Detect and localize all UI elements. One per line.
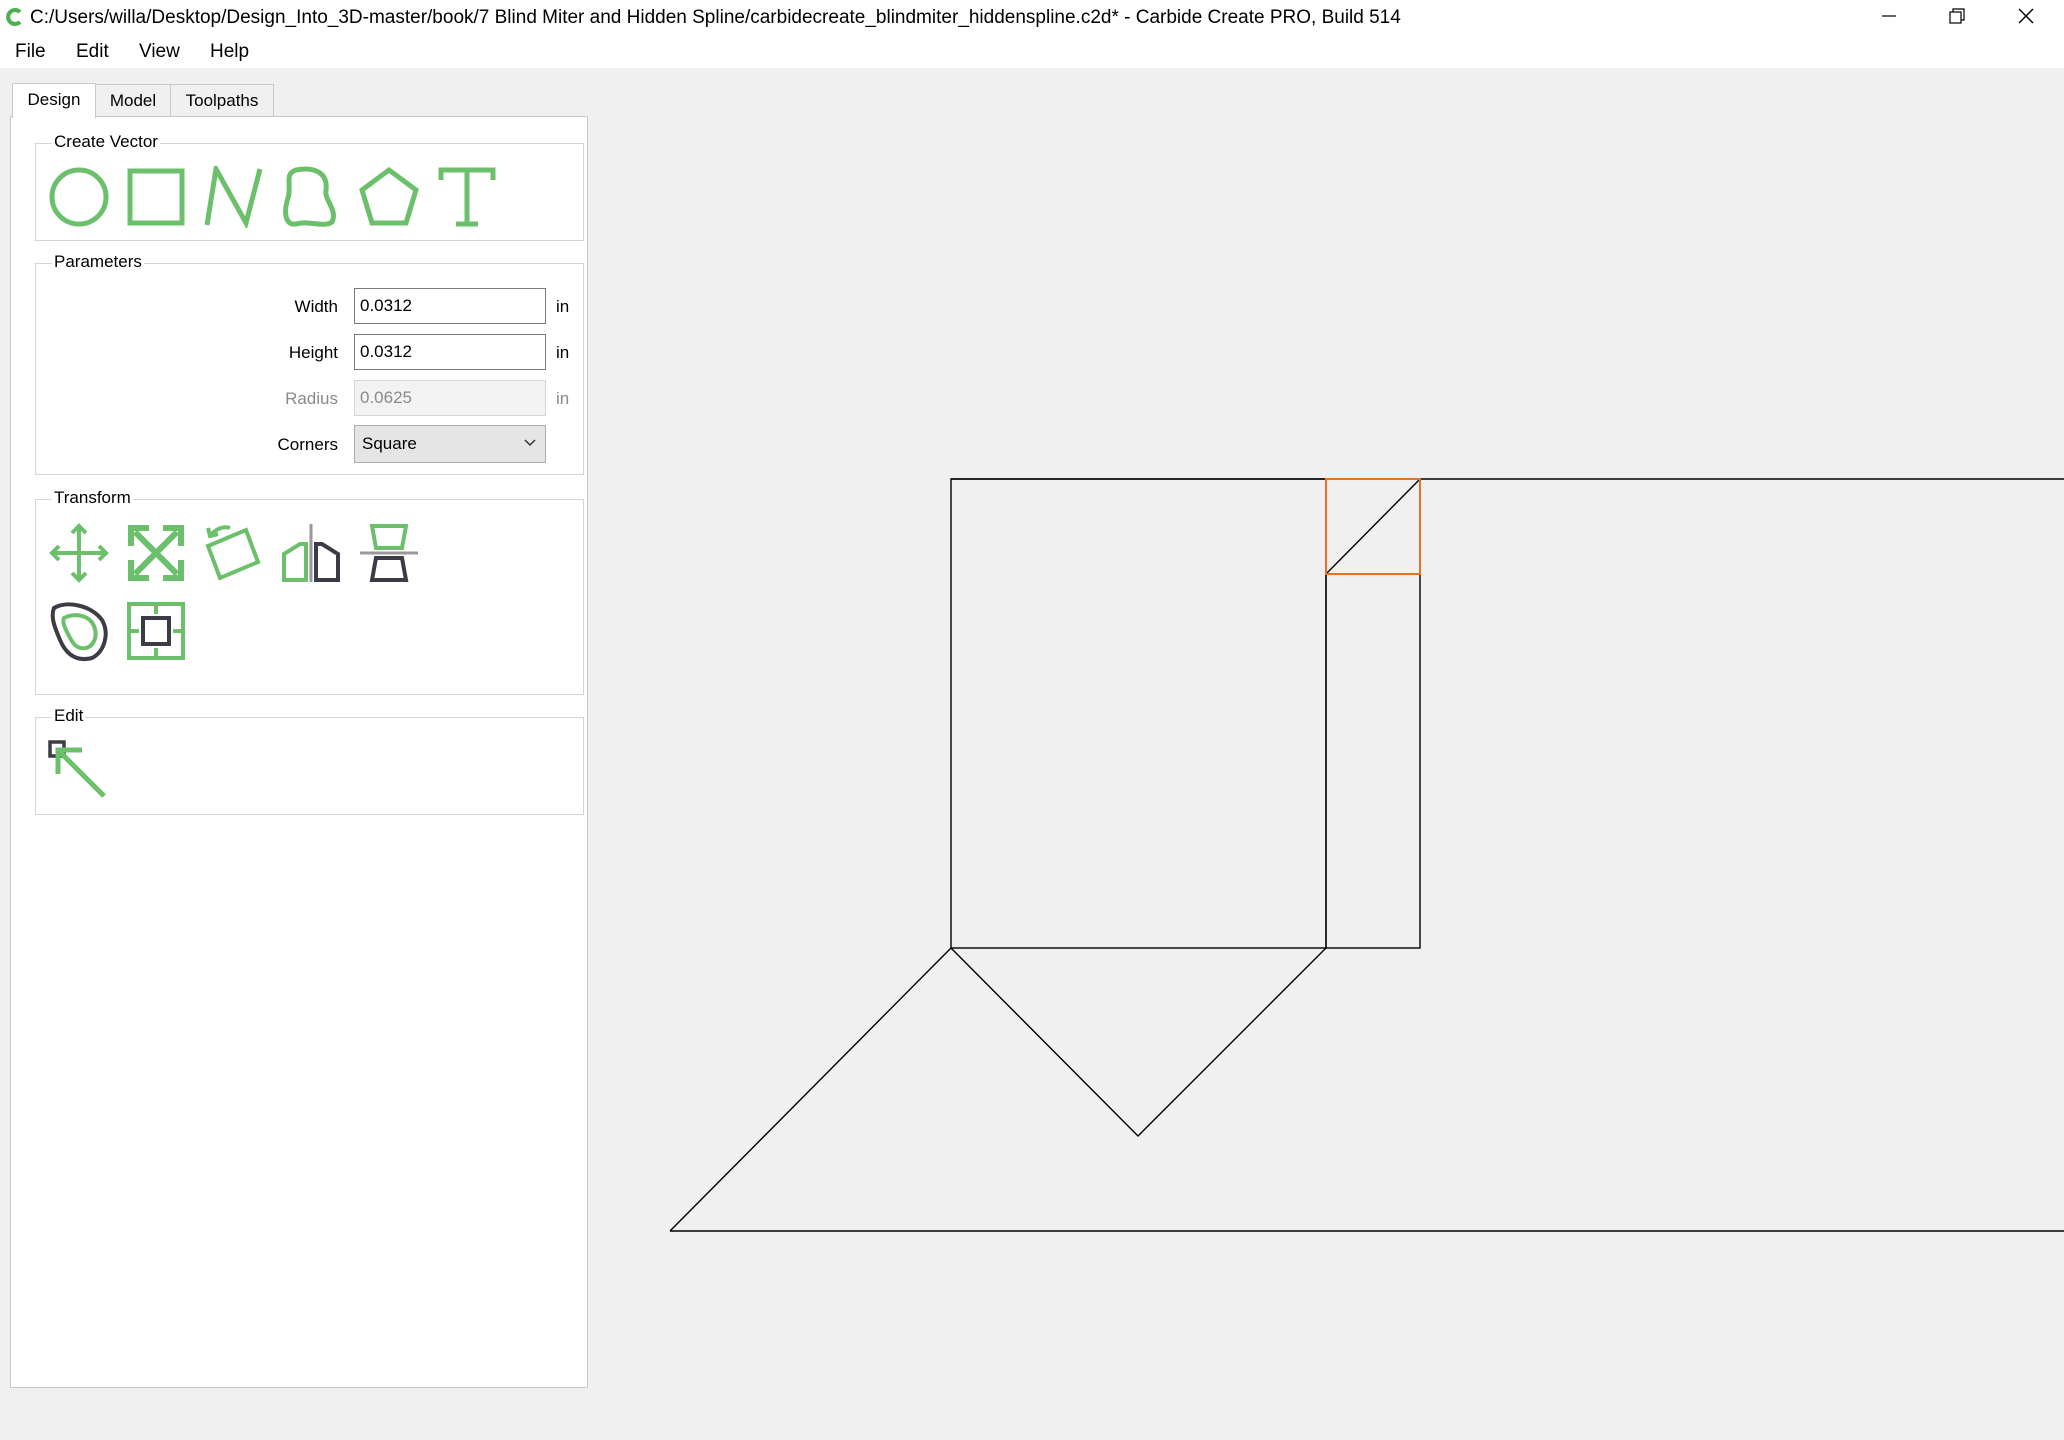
minimize-button[interactable]: [1854, 0, 1922, 34]
menu-view[interactable]: View: [139, 41, 180, 63]
board-rectangle[interactable]: [950, 478, 1327, 949]
corners-select[interactable]: Square: [354, 425, 546, 463]
mirror-icon[interactable]: [280, 522, 342, 584]
create-vector-title: Create Vector: [52, 132, 160, 152]
menu-bar: File Edit View Help: [0, 34, 2064, 68]
height-field[interactable]: [354, 334, 546, 370]
edit-group: Edit: [35, 706, 584, 815]
text-icon[interactable]: [436, 166, 498, 228]
menu-help[interactable]: Help: [210, 41, 249, 63]
close-button[interactable]: [1992, 0, 2060, 34]
scale-icon[interactable]: [125, 522, 187, 584]
menu-file[interactable]: File: [15, 41, 46, 63]
tab-toolpaths[interactable]: Toolpaths: [170, 84, 274, 117]
radius-unit: in: [556, 389, 570, 408]
edit-title: Edit: [52, 706, 86, 726]
offset-icon[interactable]: [48, 600, 110, 662]
move-icon[interactable]: [48, 522, 110, 584]
restore-button[interactable]: [1922, 0, 1990, 34]
polyline-icon[interactable]: [202, 166, 264, 228]
minimize-icon: [1882, 15, 1896, 17]
polygon-icon[interactable]: [358, 166, 420, 228]
carbide-create-c-logo-icon: [6, 8, 22, 26]
create-vector-group: Create Vector: [35, 132, 584, 241]
tab-design[interactable]: Design: [12, 83, 96, 118]
tab-model[interactable]: Model: [94, 84, 172, 117]
chevron-down-icon: [524, 439, 536, 447]
node-edit-icon[interactable]: [48, 740, 110, 802]
close-icon: [2018, 8, 2034, 24]
parameters-title: Parameters: [52, 252, 144, 272]
rotate-icon[interactable]: [202, 522, 264, 584]
transform-title: Transform: [52, 488, 133, 508]
design-panel: Create Vector Parameters Width in Height…: [10, 116, 588, 1388]
restore-icon: [1949, 8, 1965, 24]
transform-group: Transform: [35, 488, 584, 695]
parameters-group: Parameters Width in Height in Radius in …: [35, 252, 584, 475]
design-canvas[interactable]: [590, 68, 2064, 1440]
radius-label: Radius: [285, 389, 338, 408]
base-left-diagonal: [669, 947, 952, 1232]
width-field[interactable]: [354, 288, 546, 324]
menu-edit[interactable]: Edit: [76, 41, 109, 63]
title-bar: C:/Users/willa/Desktop/Design_Into_3D-ma…: [0, 0, 2064, 34]
width-unit: in: [556, 297, 570, 316]
side-strip-rectangle[interactable]: [1325, 478, 1421, 949]
corners-label: Corners: [277, 435, 338, 454]
miter-diagonal: [1325, 478, 1421, 575]
height-label: Height: [288, 343, 338, 362]
boolean-icon[interactable]: [125, 600, 187, 662]
curve-icon[interactable]: [280, 166, 342, 228]
rectangle-icon[interactable]: [125, 166, 187, 228]
v-notch-outline[interactable]: [950, 947, 1327, 1137]
width-label: Width: [294, 297, 338, 316]
align-icon[interactable]: [358, 522, 420, 584]
corners-value: Square: [362, 434, 417, 453]
radius-field: [354, 380, 546, 416]
height-unit: in: [556, 343, 570, 362]
circle-icon[interactable]: [48, 166, 110, 228]
window-title: C:/Users/willa/Desktop/Design_Into_3D-ma…: [30, 7, 1401, 28]
